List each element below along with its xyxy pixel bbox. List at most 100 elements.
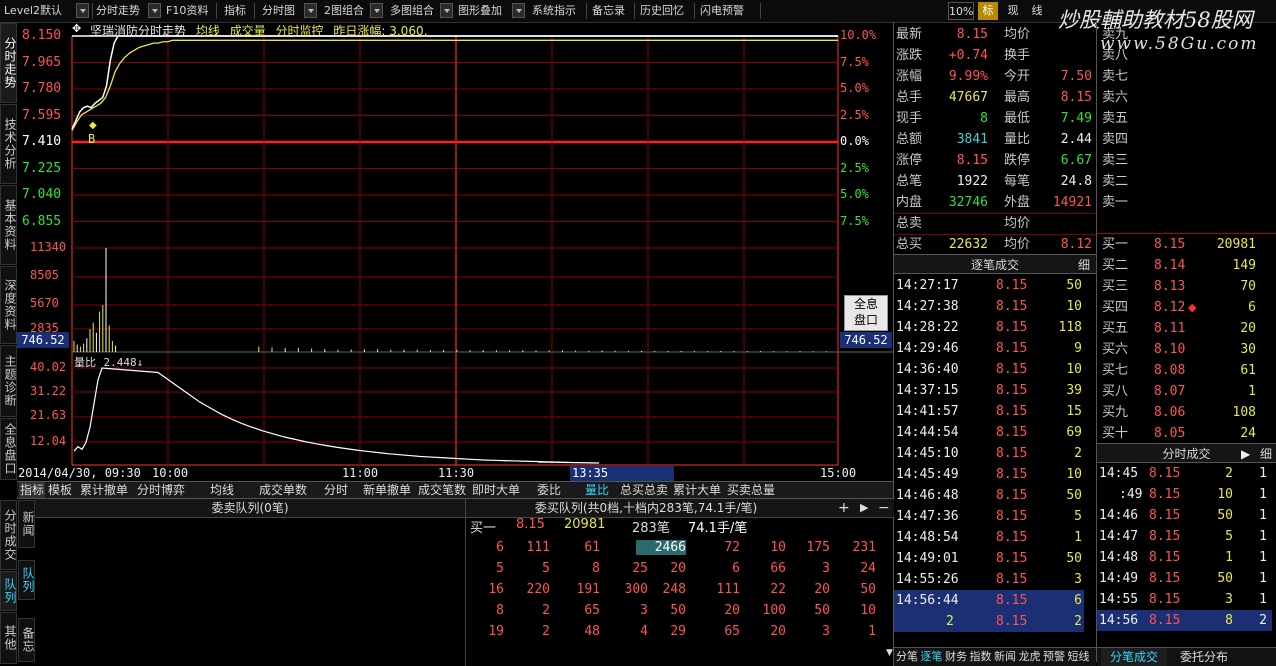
tick-row[interactable]: 14:27:38 8.15 10 (894, 296, 1084, 317)
tick-detail-button[interactable]: 细 (1078, 255, 1090, 275)
left-tab-other[interactable]: 其他 (0, 612, 17, 664)
tick-footer-tab[interactable]: 逐笔 (920, 648, 944, 666)
quote-value: 8.15 (1060, 90, 1092, 105)
buy-level-label: 买六 (1102, 342, 1129, 357)
subtab-item[interactable]: 均线 (189, 482, 255, 498)
subtab-item[interactable]: 委比 (521, 482, 577, 498)
queue-minus-button[interactable]: − (878, 499, 890, 517)
subtab-item[interactable]: 成交笔数 (413, 482, 471, 498)
intraday-chart[interactable] (17, 22, 893, 482)
subtab-item[interactable]: 量比 (577, 482, 617, 498)
quanxi-button[interactable]: 全息 盘口 (844, 295, 888, 331)
tick-row[interactable]: 14:56:44 8.15 6 (894, 590, 1084, 611)
menu-system[interactable]: 系统指示 (532, 2, 576, 20)
ratio-value: 2.448↓ (103, 356, 144, 369)
menu-f10[interactable]: F10资料 (166, 2, 208, 20)
tick-footer-tab[interactable]: 龙虎 (1018, 648, 1042, 666)
queue-play-button[interactable]: ▶ (860, 499, 868, 517)
tag-avg[interactable]: 均线 (196, 24, 220, 38)
chevron-down-icon[interactable] (76, 3, 89, 18)
tick-row[interactable]: 14:48:54 8.15 1 (894, 527, 1084, 548)
tick-row[interactable]: 14:47:36 8.15 5 (894, 506, 1084, 527)
menu-memo[interactable]: 备忘录 (592, 2, 625, 20)
subtab-item[interactable]: 买卖总量 (723, 482, 779, 498)
chevron-down-icon[interactable] (304, 3, 317, 18)
chevron-down-icon[interactable] (440, 3, 453, 18)
tick-row[interactable]: 14:27:17 8.15 50 (894, 275, 1084, 296)
subtab-item[interactable]: 模板 (45, 482, 75, 498)
subtab-item[interactable]: 即时大单 (471, 482, 521, 498)
tick-row[interactable]: 14:29:46 8.15 9 (894, 338, 1084, 359)
minute-row[interactable]: 14:56 8.15 8 2 (1097, 610, 1272, 631)
left-tab-trades[interactable]: 分时成交 (0, 500, 17, 570)
minute-row[interactable]: :49 8.15 10 1 (1097, 484, 1272, 505)
subtab-item[interactable]: 新单撤单 (361, 482, 413, 498)
subtab-item[interactable]: 指标 (19, 482, 45, 498)
minute-row[interactable]: 14:55 8.15 3 1 (1097, 589, 1272, 610)
tag-monitor[interactable]: 分时监控 (276, 24, 324, 38)
menu-indicator[interactable]: 指标 (224, 2, 246, 20)
chevron-down-icon[interactable] (148, 3, 161, 18)
tick-row[interactable]: 14:55:26 8.15 3 (894, 569, 1084, 590)
tick-row[interactable]: 14:41:57 8.15 15 (894, 401, 1084, 422)
queue-subtab-memo[interactable]: 备忘 (18, 618, 35, 662)
left-tab-fullbook[interactable]: 全息盘口 (0, 418, 17, 480)
tick-row[interactable]: 2 8.15 2 (894, 611, 1084, 632)
minute-row[interactable]: 14:45 8.15 2 1 (1097, 463, 1272, 484)
left-tab-queue[interactable]: 队列 (0, 571, 17, 611)
zoom-level[interactable]: 10% (948, 2, 974, 20)
minute-row[interactable]: 14:46 8.15 50 1 (1097, 505, 1272, 526)
menu-chart[interactable]: 分时图 (262, 2, 295, 20)
left-tab-depth[interactable]: 深度资料 (0, 266, 17, 344)
buy-queue-header: 委买队列(共0档,十档内283笔,74.1手/笔) + ▶ − (466, 499, 894, 518)
tick-row[interactable]: 14:36:40 8.15 10 (894, 359, 1084, 380)
minute-row[interactable]: 14:48 8.15 1 1 (1097, 547, 1272, 568)
chevron-down-icon[interactable] (512, 3, 525, 18)
subtab-item[interactable]: 分时博弈 (133, 482, 189, 498)
tick-row[interactable]: 14:28:22 8.15 118 (894, 317, 1084, 338)
play-icon[interactable]: ▶ (1241, 444, 1250, 464)
minute-volume: 10 (1217, 487, 1233, 502)
menu-multi-chart[interactable]: 多图组合 (390, 2, 434, 20)
queue-add-button[interactable]: + (838, 499, 850, 517)
menu-overlay[interactable]: 图形叠加 (458, 2, 502, 20)
menu-alert[interactable]: 闪电预警 (700, 2, 744, 20)
tick-row[interactable]: 14:46:48 8.15 50 (894, 485, 1084, 506)
menu-intraday[interactable]: 分时走势 (96, 2, 140, 20)
tag-volume[interactable]: 成交量 (230, 24, 266, 38)
menu-two-chart[interactable]: 2图组合 (324, 2, 364, 20)
subtab-item[interactable]: 累计撤单 (75, 482, 133, 498)
tick-row[interactable]: 14:45:49 8.15 10 (894, 464, 1084, 485)
tick-row[interactable]: 14:37:15 8.15 39 (894, 380, 1084, 401)
mode-button-xian[interactable]: 现 (1003, 2, 1023, 20)
minute-detail-button[interactable]: 细 (1260, 444, 1272, 464)
chevron-down-icon[interactable] (370, 3, 383, 18)
tick-footer-tab[interactable]: 指数 (969, 648, 993, 666)
queue-subtab-queue[interactable]: 队列 (18, 560, 35, 600)
tick-row[interactable]: 14:44:54 8.15 69 (894, 422, 1084, 443)
layout-selector[interactable]: Level2默认 (4, 2, 62, 20)
mode-button-biao[interactable]: 标 (978, 2, 998, 20)
subtab-item[interactable]: 累计大单 (671, 482, 723, 498)
left-tab-intraday[interactable]: 分时走势 (0, 23, 17, 103)
tick-footer-tab[interactable]: 财务 (944, 648, 968, 666)
tick-row[interactable]: 14:49:01 8.15 50 (894, 548, 1084, 569)
tab-tick-trades[interactable]: 分笔成交 (1101, 648, 1167, 666)
subtab-item[interactable]: 成交单数 (255, 482, 311, 498)
tick-footer-tab[interactable]: 短线 (1067, 648, 1091, 666)
left-tab-fundamental[interactable]: 基本资料 (0, 185, 17, 265)
minute-row[interactable]: 14:47 8.15 5 1 (1097, 526, 1272, 547)
subtab-item[interactable]: 总买总卖 (617, 482, 671, 498)
mode-button-line[interactable]: 线 (1027, 2, 1047, 20)
tick-footer-tab[interactable]: 新闻 (993, 648, 1017, 666)
minute-row[interactable]: 14:49 8.15 50 1 (1097, 568, 1272, 589)
left-tab-theme[interactable]: 主题诊断 (0, 345, 17, 417)
menu-history[interactable]: 历史回忆 (640, 2, 684, 20)
queue-subtab-news[interactable]: 新闻 (18, 500, 35, 548)
tick-footer-tab[interactable]: 分笔 (895, 648, 919, 666)
tick-footer-tab[interactable]: 预警 (1042, 648, 1066, 666)
subtab-item[interactable]: 分时DDX (311, 482, 361, 513)
left-tab-technical[interactable]: 技术分析 (0, 104, 17, 184)
tick-row[interactable]: 14:45:10 8.15 2 (894, 443, 1084, 464)
tab-order-distribution[interactable]: 委托分布 (1171, 648, 1237, 666)
